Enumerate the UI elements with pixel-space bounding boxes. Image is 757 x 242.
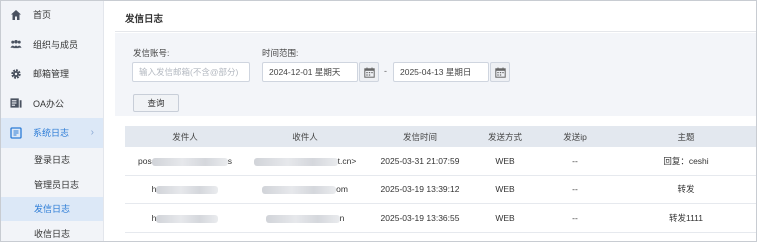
sidebar-subitem-login-log[interactable]: 登录日志 bbox=[0, 148, 103, 173]
redacted-text bbox=[265, 214, 340, 223]
end-calendar-button[interactable] bbox=[490, 62, 510, 82]
table-row[interactable]: h n 2025-03-19 13:36:55 WEB -- 转发1111 bbox=[125, 204, 757, 233]
redacted-text bbox=[156, 186, 219, 194]
send-log-table: 发件人 收件人 发信时间 发送方式 发送ip 主题 pos s t.cn> 202… bbox=[125, 126, 757, 233]
sidebar-item-label: 邮箱管理 bbox=[33, 69, 70, 80]
sender-cell: h bbox=[125, 184, 245, 194]
column-header[interactable]: 发信时间 bbox=[365, 131, 475, 143]
home-icon bbox=[10, 9, 22, 21]
column-header[interactable]: 发送方式 bbox=[475, 131, 535, 143]
sidebar-subitem-send-log[interactable]: 发信日志 bbox=[0, 196, 103, 221]
recipient-text: t.cn> bbox=[337, 155, 357, 166]
subject-cell: 转发1111 bbox=[668, 212, 704, 223]
users-icon bbox=[10, 38, 22, 50]
time-cell: 2025-03-19 13:39:12 bbox=[380, 184, 460, 195]
main-content: 发信日志 发信账号: 输入发信邮箱(不含@部分) 时间范围: 2024-12-0… bbox=[105, 0, 757, 242]
recipient-cell: om bbox=[245, 184, 365, 194]
sender-text: s bbox=[227, 155, 232, 166]
sidebar-item-label: 系统日志 bbox=[33, 128, 70, 139]
page-title: 发信日志 bbox=[125, 14, 164, 25]
chevron-right-icon: › bbox=[90, 127, 94, 138]
recipient-cell: n bbox=[245, 213, 365, 223]
recipient-cell: t.cn> bbox=[245, 156, 365, 166]
sidebar-item-label: 首页 bbox=[33, 10, 52, 21]
end-date-input[interactable]: 2025-04-13 星期日 bbox=[393, 62, 489, 82]
sender-cell: pos s bbox=[125, 156, 245, 166]
column-header[interactable]: 发送ip bbox=[535, 131, 615, 143]
redacted-text bbox=[156, 214, 219, 223]
calendar-icon bbox=[494, 67, 506, 78]
ip-cell: -- bbox=[572, 155, 578, 166]
subject-cell: 转发 bbox=[677, 184, 695, 195]
gear-icon bbox=[10, 68, 22, 80]
filter-panel: 发信账号: 输入发信邮箱(不含@部分) 时间范围: 2024-12-01 星期天… bbox=[115, 33, 757, 116]
sidebar-item-label: OA办公 bbox=[33, 98, 65, 109]
sidebar-item-org-members[interactable]: 组织与成员 bbox=[0, 30, 103, 60]
column-header[interactable]: 收件人 bbox=[245, 131, 365, 143]
sidebar-subitem-admin-log[interactable]: 管理员日志 bbox=[0, 172, 103, 197]
recipient-text: n bbox=[339, 212, 345, 223]
time-cell: 2025-03-19 13:36:55 bbox=[380, 212, 460, 223]
subject-cell: 回复：ceshi bbox=[663, 155, 709, 166]
start-calendar-button[interactable] bbox=[359, 62, 379, 82]
range-separator: - bbox=[384, 66, 387, 76]
table-header: 发件人 收件人 发信时间 发送方式 发送ip 主题 bbox=[125, 126, 757, 147]
redacted-text bbox=[253, 157, 338, 166]
sidebar-item-home[interactable]: 首页 bbox=[0, 0, 103, 30]
calendar-icon bbox=[363, 67, 375, 78]
redacted-text bbox=[262, 186, 337, 194]
sender-text: pos bbox=[138, 155, 152, 166]
table-row[interactable]: h om 2025-03-19 13:39:12 WEB -- 转发 bbox=[125, 176, 757, 204]
method-cell: WEB bbox=[495, 212, 515, 223]
sidebar-subitem-receive-log[interactable]: 收信日志 bbox=[0, 221, 103, 242]
table-row[interactable]: pos s t.cn> 2025-03-31 21:07:59 WEB -- 回复… bbox=[125, 147, 757, 176]
method-cell: WEB bbox=[495, 184, 515, 195]
sidebar-item-label: 组织与成员 bbox=[33, 39, 79, 50]
redacted-text bbox=[151, 157, 228, 166]
log-icon bbox=[10, 127, 22, 139]
start-date-input[interactable]: 2024-12-01 星期天 bbox=[262, 62, 358, 82]
sidebar: 首页 组织与成员 邮箱管理 OA办公 系统日志 › 登录日志 管理员日志 发信日… bbox=[0, 0, 104, 242]
ip-cell: -- bbox=[572, 184, 578, 195]
query-button[interactable]: 查询 bbox=[133, 94, 179, 112]
column-header[interactable]: 主题 bbox=[615, 131, 757, 143]
time-cell: 2025-03-31 21:07:59 bbox=[380, 155, 460, 166]
ip-cell: -- bbox=[572, 212, 578, 223]
account-input[interactable]: 输入发信邮箱(不含@部分) bbox=[132, 62, 250, 82]
column-header[interactable]: 发件人 bbox=[125, 131, 245, 143]
account-label: 发信账号: bbox=[133, 48, 170, 58]
sidebar-item-oa-office[interactable]: OA办公 bbox=[0, 89, 103, 119]
oa-icon bbox=[10, 97, 22, 109]
recipient-text: om bbox=[336, 184, 348, 195]
sender-cell: h bbox=[125, 213, 245, 223]
divider bbox=[115, 31, 757, 32]
method-cell: WEB bbox=[495, 155, 515, 166]
time-range-label: 时间范围: bbox=[262, 48, 299, 58]
sidebar-item-system-log[interactable]: 系统日志 › bbox=[0, 118, 103, 148]
sidebar-item-mailbox-management[interactable]: 邮箱管理 bbox=[0, 59, 103, 89]
